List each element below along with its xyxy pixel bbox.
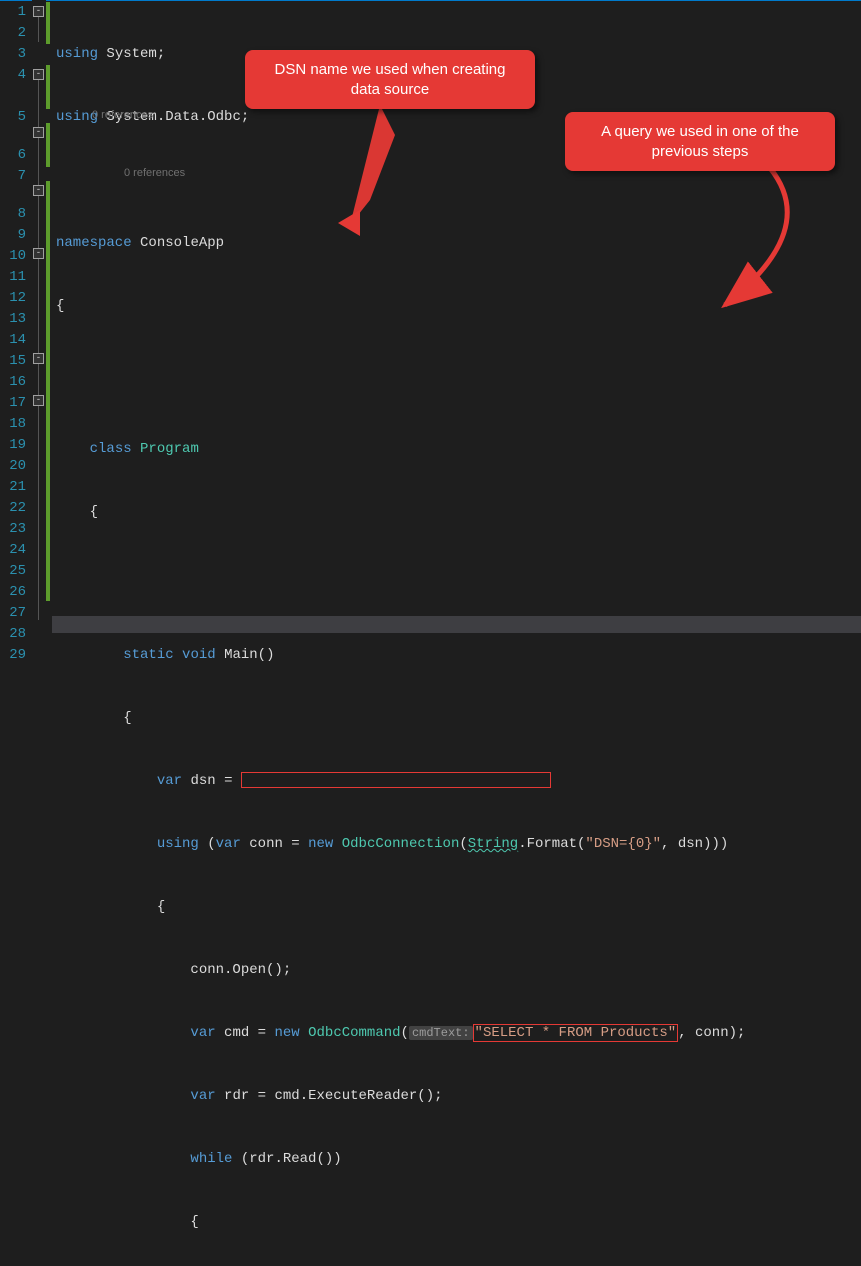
codelens-refs[interactable]: 0 references — [92, 105, 153, 126]
code-line: { — [52, 708, 861, 729]
line-number-gutter: 1 2 3 4 5 6 7 8 9 10 11 12 13 14 15 16 1… — [0, 0, 32, 633]
code-line: while (rdr.Read()) — [52, 1149, 861, 1170]
code-line: class Program — [52, 439, 861, 460]
code-line: conn.Open(); — [52, 960, 861, 981]
fold-toggle[interactable]: - — [33, 353, 44, 364]
codelens-refs[interactable]: 0 references — [124, 163, 185, 184]
folding-gutter: - - - - - - - — [32, 0, 46, 633]
dsn-highlight-box — [241, 772, 551, 788]
fold-toggle[interactable]: - — [33, 127, 44, 138]
fold-toggle[interactable]: - — [33, 185, 44, 196]
code-line: var rdr = cmd.ExecuteReader(); — [52, 1086, 861, 1107]
fold-toggle[interactable]: - — [33, 395, 44, 406]
code-line: static void Main() — [52, 645, 861, 666]
code-line: namespace ConsoleApp — [52, 233, 861, 254]
fold-toggle[interactable]: - — [33, 6, 44, 17]
callout-dsn: DSN name we used when creating data sour… — [245, 50, 535, 109]
fold-toggle[interactable]: - — [33, 69, 44, 80]
code-line: { — [52, 502, 861, 523]
param-hint: cmdText: — [409, 1026, 473, 1040]
code-line: var dsn = — [52, 771, 861, 792]
code-line: using (var conn = new OdbcConnection(Str… — [52, 834, 861, 855]
callout-query: A query we used in one of the previous s… — [565, 112, 835, 171]
query-highlight-box: "SELECT * FROM Products" — [473, 1024, 679, 1042]
horizontal-scrollbar[interactable] — [52, 616, 861, 633]
code-line: { — [52, 897, 861, 918]
code-line: var cmd = new OdbcCommand(cmdText:"SELEC… — [52, 1023, 861, 1044]
code-line: { — [52, 296, 861, 317]
code-line: { — [52, 1212, 861, 1233]
fold-toggle[interactable]: - — [33, 248, 44, 259]
